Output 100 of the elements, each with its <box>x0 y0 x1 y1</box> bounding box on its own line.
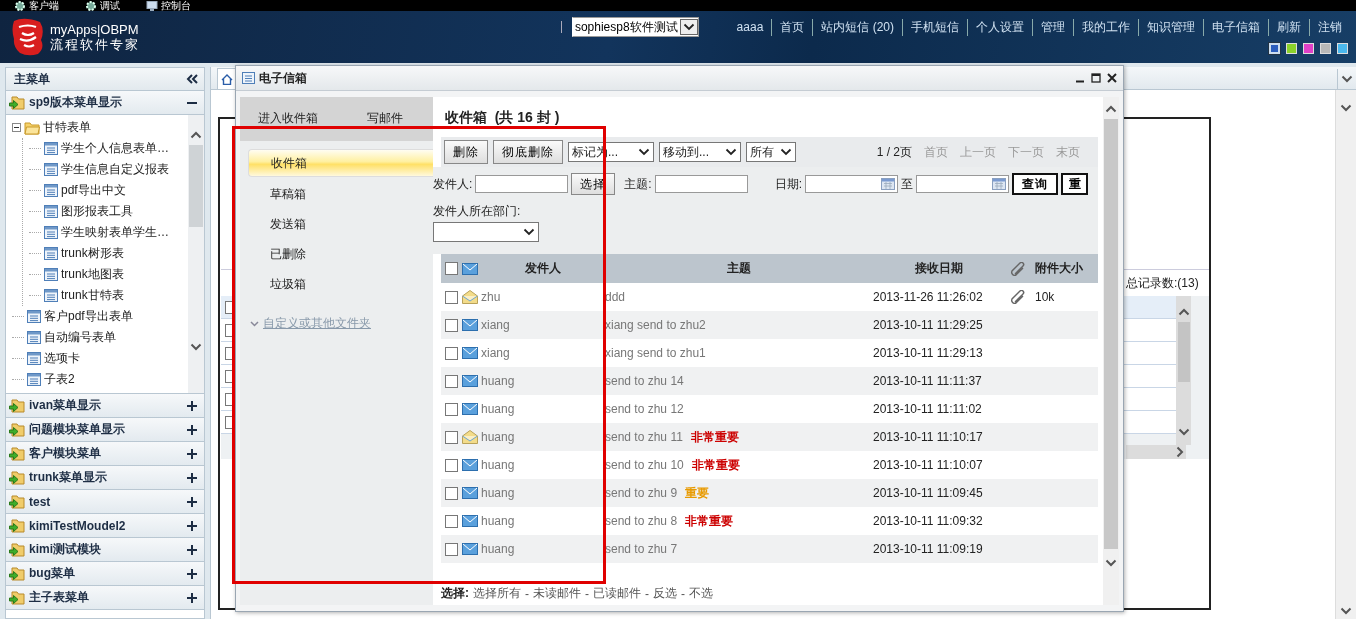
subject-link[interactable]: send to zhu 9 <box>605 486 678 500</box>
scroll-up-icon[interactable] <box>190 131 202 139</box>
sender-field[interactable] <box>475 175 569 193</box>
theme-swatch[interactable] <box>1303 43 1314 54</box>
subject-link[interactable]: xiang send to zhu2 <box>605 318 706 332</box>
column-header[interactable]: 发件人 <box>525 260 561 277</box>
checkbox[interactable] <box>225 369 232 383</box>
toolbar-item[interactable]: 调试 <box>100 0 120 11</box>
date-field[interactable] <box>916 175 1010 193</box>
expand-icon[interactable] <box>186 399 198 412</box>
mail-folder[interactable]: 收件箱 <box>248 149 433 177</box>
scroll-down-icon[interactable] <box>1340 104 1352 112</box>
expand-icon[interactable] <box>186 591 198 604</box>
calendar-icon[interactable] <box>992 178 1007 190</box>
theme-swatch[interactable] <box>1337 43 1348 54</box>
mail-tab[interactable]: 进入收件箱 <box>240 111 337 125</box>
scroll-up-icon[interactable] <box>1105 105 1117 113</box>
mail-folder[interactable]: 发送箱 <box>248 211 433 237</box>
tree-item[interactable]: trunk树形表 <box>61 245 124 262</box>
scrollbar[interactable] <box>1176 296 1191 445</box>
subject-field[interactable] <box>654 175 748 193</box>
theme-swatch[interactable] <box>1269 43 1280 54</box>
selection-link[interactable]: 不选 <box>689 585 713 602</box>
checkbox[interactable] <box>225 300 232 314</box>
expand-icon[interactable] <box>186 423 198 436</box>
tree-item[interactable]: 自动编号表单 <box>44 329 116 346</box>
subject-link[interactable]: send to zhu 7 <box>605 542 678 556</box>
nav-link[interactable]: 刷新 <box>1268 18 1309 36</box>
reset-button[interactable]: 重 <box>1061 173 1089 195</box>
subject-link[interactable]: send to zhu 8 <box>605 514 678 528</box>
tree-item[interactable]: 学生信息自定义报表 <box>61 161 169 178</box>
home-tab[interactable] <box>217 68 237 89</box>
collapse-icon[interactable] <box>12 123 21 132</box>
scrollbar[interactable] <box>188 115 204 393</box>
filter-select[interactable]: 所有 <box>746 142 796 162</box>
toolbar-button[interactable]: 彻底删除 <box>493 140 563 164</box>
horizontal-scrollbar[interactable] <box>1126 445 1186 459</box>
column-header[interactable]: 主题 <box>727 260 751 277</box>
tree-item[interactable]: pdf导出中文 <box>61 182 126 199</box>
domain-select[interactable]: sophiesp8软件测试 <box>571 17 699 37</box>
subject-link[interactable]: ddd <box>605 290 626 304</box>
checkbox[interactable] <box>225 392 232 406</box>
theme-swatch[interactable] <box>1320 43 1331 54</box>
page-scrollbar[interactable] <box>1335 90 1356 619</box>
scroll-right-icon[interactable] <box>1176 446 1184 458</box>
checkbox[interactable] <box>445 486 458 500</box>
collapse-icon[interactable] <box>186 100 198 105</box>
scrollbar[interactable] <box>1103 97 1119 605</box>
nav-link[interactable]: 注销 <box>1309 18 1350 36</box>
expand-icon[interactable] <box>186 471 198 484</box>
tree-item[interactable]: 子表2 <box>44 371 75 388</box>
subject-link[interactable]: send to zhu 12 <box>605 402 684 416</box>
nav-link[interactable]: aaaa <box>728 20 772 34</box>
selection-link[interactable]: 选择所有 <box>473 585 521 602</box>
selection-link[interactable]: 反选 <box>653 585 677 602</box>
tree-item[interactable]: 学生个人信息表单… <box>61 140 169 157</box>
nav-link[interactable]: 知识管理 <box>1138 18 1203 36</box>
toolbar-item[interactable]: 客户端 <box>29 0 59 11</box>
mail-folder[interactable]: 垃圾箱 <box>248 271 433 297</box>
nav-link[interactable]: 电子信箱 <box>1203 18 1268 36</box>
tree-item[interactable]: trunk甘特表 <box>61 287 124 304</box>
move-to-select[interactable]: 移动到... <box>659 142 741 162</box>
date-field[interactable] <box>805 175 899 193</box>
nav-link[interactable]: 我的工作 <box>1073 18 1138 36</box>
tree-folder[interactable]: 甘特表单 <box>43 119 91 136</box>
checkbox[interactable] <box>445 290 458 304</box>
mail-folder[interactable]: 草稿箱 <box>248 181 433 207</box>
query-button[interactable]: 查询 <box>1012 173 1059 195</box>
expand-icon[interactable] <box>186 447 198 460</box>
nav-link[interactable]: 站内短信 (20) <box>812 18 902 36</box>
nav-link[interactable]: 个人设置 <box>967 18 1032 36</box>
checkbox[interactable] <box>445 318 458 332</box>
mail-folder[interactable]: 已删除 <box>248 241 433 267</box>
scroll-down-icon[interactable] <box>1105 559 1117 567</box>
tree-item[interactable]: 学生映射表单学生… <box>61 224 169 241</box>
subject-link[interactable]: xiang send to zhu1 <box>605 346 706 360</box>
column-header[interactable]: 接收日期 <box>915 261 963 275</box>
calendar-icon[interactable] <box>881 178 896 190</box>
collapse-panel-icon[interactable] <box>186 74 198 84</box>
nav-link[interactable]: 手机短信 <box>902 18 967 36</box>
toolbar-button[interactable]: 删除 <box>444 140 488 164</box>
toolbar-item[interactable]: 控制台 <box>161 0 191 11</box>
maximize-icon[interactable] <box>1091 73 1101 83</box>
expand-icon[interactable] <box>186 495 198 508</box>
checkbox[interactable] <box>445 374 458 388</box>
nav-link[interactable]: 首页 <box>771 18 813 36</box>
selection-link[interactable]: 未读邮件 <box>533 585 581 602</box>
department-select[interactable] <box>433 222 539 242</box>
checkbox[interactable] <box>445 542 458 556</box>
subject-link[interactable]: send to zhu 10 <box>605 458 684 472</box>
checkbox[interactable] <box>225 415 232 429</box>
scroll-up-icon[interactable] <box>1177 308 1190 316</box>
checkbox[interactable] <box>445 514 458 528</box>
subject-link[interactable]: send to zhu 11 <box>605 430 683 444</box>
expand-icon[interactable] <box>186 543 198 556</box>
checkbox[interactable] <box>225 346 232 360</box>
checkbox[interactable] <box>445 262 458 275</box>
checkbox[interactable] <box>445 430 458 444</box>
tree-item[interactable]: 客户pdf导出表单 <box>44 308 133 325</box>
theme-swatch[interactable] <box>1286 43 1297 54</box>
